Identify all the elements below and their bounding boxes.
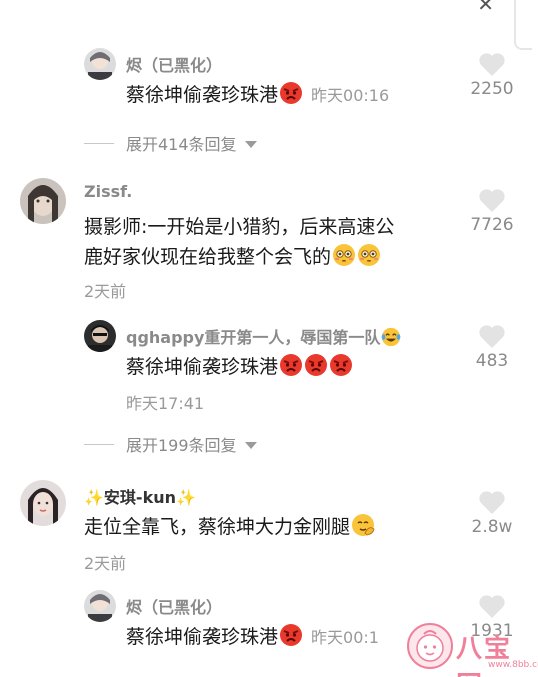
comment-text-row: 蔡徐坤偷袭珍珠港: [126, 352, 353, 382]
comment-time: 昨天17:41: [126, 394, 205, 413]
like-button[interactable]: 2250: [462, 52, 522, 99]
close-icon[interactable]: ✕: [477, 0, 494, 16]
top-comment: ✨安琪-kun✨ 走位全靠飞，蔡徐坤大力金刚腿 2天前 2.8w: [0, 478, 538, 578]
like-button[interactable]: 483: [462, 324, 522, 371]
like-count: 2.8w: [471, 517, 513, 537]
flushed-face-icon: [358, 244, 381, 266]
comment-time: 昨天00:1: [311, 628, 379, 647]
comment-author[interactable]: 烬（已黑化）: [126, 594, 222, 618]
comment-author-row: qghappy重开第一人，辱国第一队: [126, 324, 401, 348]
sparkles-icon: ✨: [176, 488, 196, 507]
comment-text: 蔡徐坤偷袭珍珠港: [126, 626, 279, 648]
heart-icon: [479, 53, 505, 76]
angry-face-icon: [330, 354, 353, 376]
tears-of-joy-face-icon: [382, 327, 401, 347]
comment-author[interactable]: qghappy重开第一人，辱国第一队: [126, 328, 380, 347]
comment-author[interactable]: 安琪-kun: [104, 488, 176, 507]
comment-author-row: ✨安琪-kun✨: [84, 484, 196, 508]
divider: [84, 443, 114, 445]
divider: [84, 142, 114, 144]
comment-text: 蔡徐坤偷袭珍珠港: [126, 356, 279, 378]
flushed-face-icon: [333, 244, 356, 266]
chevron-down-icon: [244, 441, 257, 449]
angry-face-icon: [305, 354, 328, 376]
comment-text-row: 走位全靠飞，蔡徐坤大力金刚腿: [84, 512, 375, 542]
avatar[interactable]: [20, 480, 66, 526]
like-count: 7726: [470, 215, 514, 235]
avatar[interactable]: [84, 590, 116, 622]
like-count: 483: [475, 351, 509, 371]
watermark: 八宝网 www.8bb.com: [404, 620, 538, 677]
expand-replies-button[interactable]: 展开199条回复: [84, 434, 257, 455]
expand-replies-button[interactable]: 展开414条回复: [84, 133, 257, 154]
angry-face-icon: [280, 354, 303, 376]
angry-face-icon: [280, 624, 303, 646]
top-comment: Zissf. 摄影师:一开始是小猎豹，后来高速公 鹿好家伙现在给我整个会飞的 2…: [0, 178, 538, 301]
comment-text: 鹿好家伙现在给我整个会飞的: [84, 246, 332, 268]
watermark-url: www.8bb.com: [488, 660, 538, 670]
heart-icon: [479, 595, 505, 618]
comment-text-row: 蔡徐坤偷袭珍珠港 昨天00:1: [126, 622, 379, 653]
reply-comment: qghappy重开第一人，辱国第一队 蔡徐坤偷袭珍珠港 昨天17:41 483: [0, 318, 538, 418]
comment-time: 昨天00:16: [311, 86, 390, 105]
sparkles-icon: ✨: [84, 488, 104, 507]
comment-text-line: 摄影师:一开始是小猎豹，后来高速公: [84, 212, 394, 242]
comment-author[interactable]: 烬（已黑化）: [126, 52, 222, 76]
heart-icon: [479, 325, 505, 348]
scrollbar[interactable]: [514, 0, 532, 50]
like-button[interactable]: 7726: [462, 188, 522, 235]
chevron-down-icon: [244, 140, 257, 148]
avatar[interactable]: [84, 48, 116, 80]
like-button[interactable]: 2.8w: [462, 490, 522, 537]
comment-author[interactable]: Zissf.: [84, 182, 132, 201]
heart-icon: [479, 491, 505, 514]
comment-text: 摄影师:一开始是小猎豹，后来高速公: [84, 216, 395, 238]
comment-text-row: 蔡徐坤偷袭珍珠港 昨天00:16: [126, 80, 389, 111]
heart-icon: [479, 189, 505, 212]
baby-face-logo-icon: [407, 623, 453, 669]
comment-text-line: 鹿好家伙现在给我整个会飞的: [84, 242, 381, 272]
reply-comment: 烬（已黑化） 蔡徐坤偷袭珍珠港 昨天00:16 2250: [0, 46, 538, 136]
flexed-biceps-icon: [352, 514, 375, 536]
angry-face-icon: [280, 82, 303, 104]
expand-replies-label: 展开199条回复: [126, 436, 237, 455]
like-count: 2250: [470, 79, 514, 99]
avatar[interactable]: [84, 320, 116, 352]
expand-replies-label: 展开414条回复: [126, 135, 237, 154]
cropped-header: ✕: [0, 0, 538, 16]
comment-time: 2天前: [84, 282, 127, 301]
comment-time: 2天前: [84, 554, 127, 573]
comment-text: 蔡徐坤偷袭珍珠港: [126, 84, 279, 106]
comment-text: 走位全靠飞，蔡徐坤大力金刚腿: [84, 516, 351, 538]
avatar[interactable]: [20, 178, 66, 224]
